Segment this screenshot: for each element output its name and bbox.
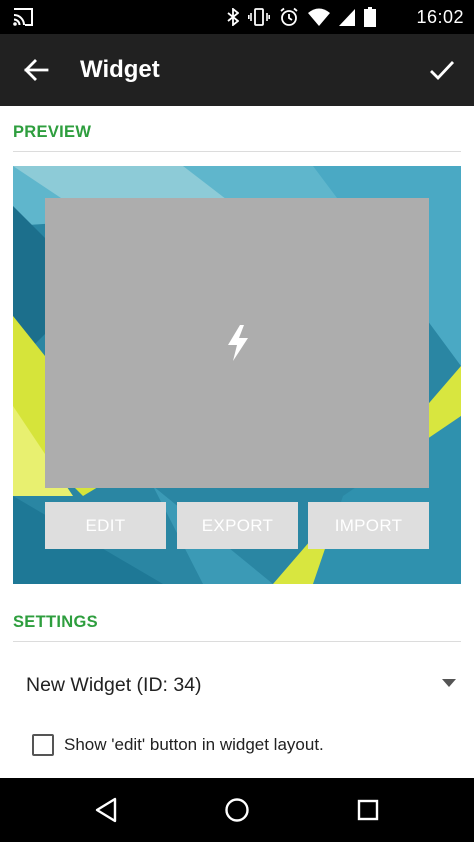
widget-select-value: New Widget (ID: 34)	[26, 674, 202, 696]
system-nav-bar	[0, 778, 474, 842]
home-circle-icon[interactable]	[223, 796, 251, 824]
show-edit-checkbox-row[interactable]: Show 'edit' button in widget layout.	[32, 731, 324, 759]
status-time: 16:02	[416, 7, 464, 27]
app-toolbar: Widget	[0, 34, 474, 106]
preview-section-header: PREVIEW	[13, 123, 92, 141]
export-button[interactable]: EXPORT	[177, 502, 298, 549]
show-edit-checkbox[interactable]	[32, 734, 54, 756]
widget-select-dropdown[interactable]: New Widget (ID: 34)	[13, 662, 461, 708]
arrow-left-icon[interactable]	[22, 56, 50, 84]
check-icon[interactable]	[428, 56, 456, 84]
bluetooth-icon	[227, 8, 239, 26]
battery-icon	[364, 7, 376, 27]
preview-divider	[13, 151, 461, 152]
widget-preview: EDIT EXPORT IMPORT	[13, 166, 461, 584]
lightning-bolt-icon	[228, 325, 248, 361]
settings-section-header: SETTINGS	[13, 613, 98, 631]
cast-icon	[13, 8, 33, 26]
recents-square-icon[interactable]	[354, 796, 382, 824]
dropdown-arrow-icon	[442, 679, 456, 687]
edit-button[interactable]: EDIT	[45, 502, 166, 549]
import-button[interactable]: IMPORT	[308, 502, 429, 549]
signal-icon	[339, 9, 355, 26]
back-triangle-icon[interactable]	[93, 796, 121, 824]
show-edit-checkbox-label: Show 'edit' button in widget layout.	[64, 735, 324, 754]
widget-placeholder	[45, 198, 429, 488]
wifi-icon	[308, 8, 330, 26]
settings-divider	[13, 641, 461, 642]
vibrate-icon	[248, 8, 270, 26]
status-bar: 16:02	[0, 0, 474, 34]
alarm-icon	[280, 7, 298, 26]
page-title: Widget	[80, 56, 160, 83]
